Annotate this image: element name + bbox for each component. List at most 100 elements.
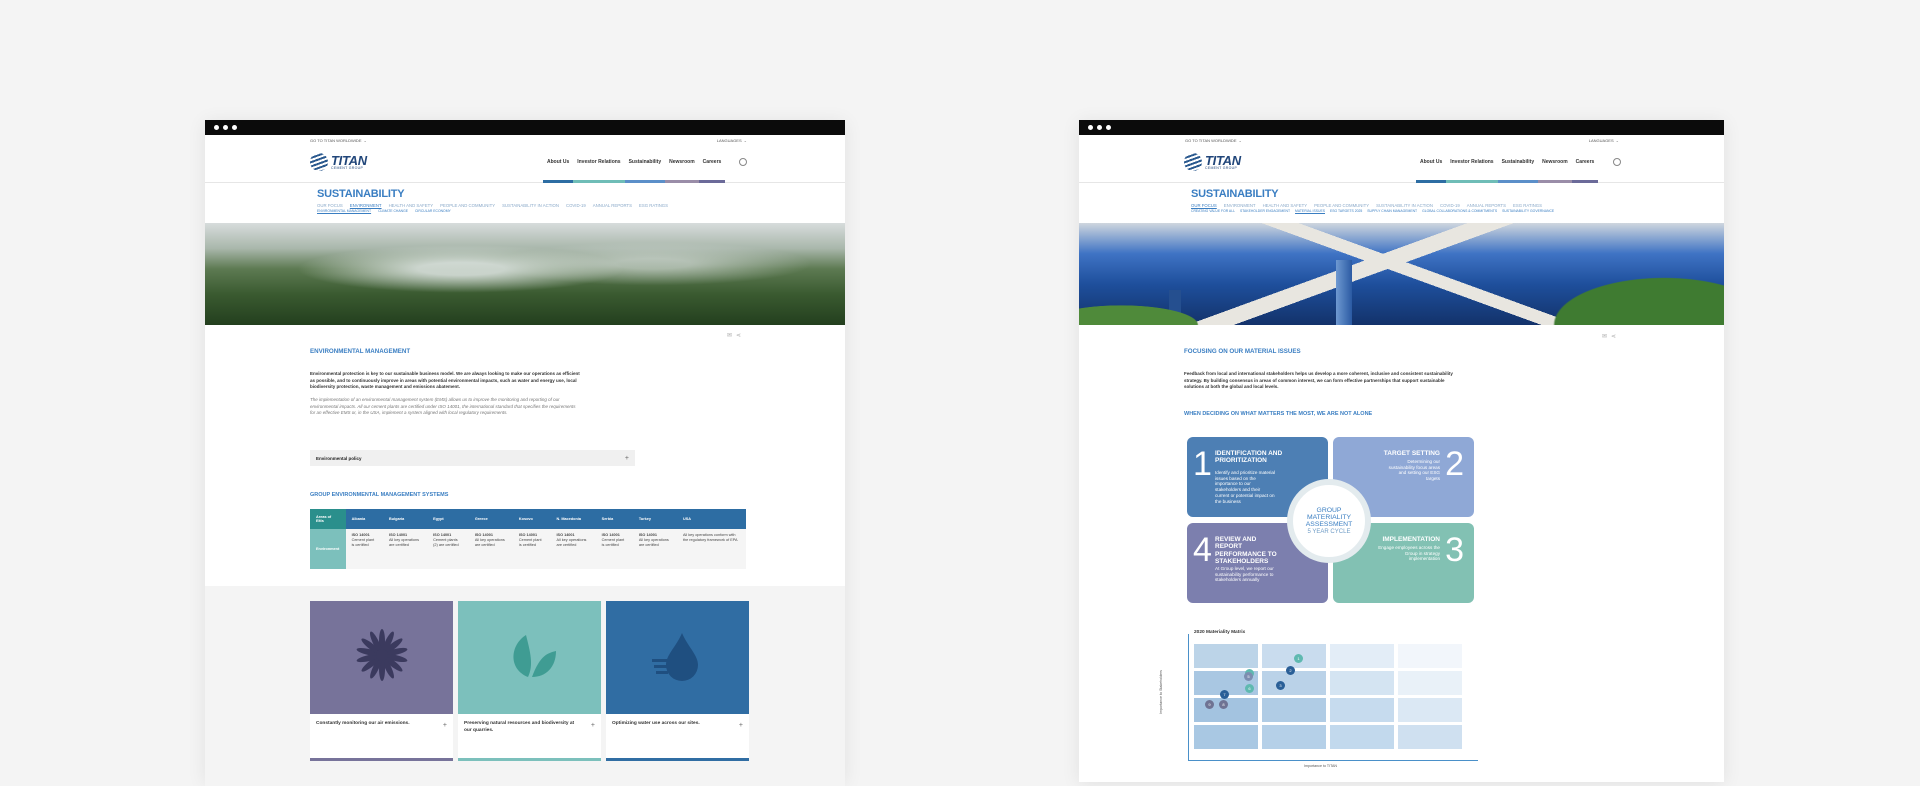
cell-note: All key operations are certified — [638, 537, 669, 547]
mail-icon[interactable]: ✉ — [727, 332, 732, 339]
subnav-item[interactable]: ANNUAL REPORTS — [593, 203, 632, 208]
nav-item-sustainability[interactable]: Sustainability — [1497, 159, 1539, 183]
feature-card[interactable]: Preserving natural resources and biodive… — [458, 601, 601, 761]
nav-item-careers[interactable]: Careers — [698, 159, 726, 183]
subnav-secondary-item[interactable]: CREATING VALUE FOR ALL — [1191, 209, 1235, 213]
languages-dropdown[interactable]: LANGUAGES ⌄ — [717, 138, 747, 143]
matrix-cell — [1398, 725, 1462, 749]
subnav-secondary-item[interactable]: CIRCULAR ECONOMY — [415, 209, 451, 213]
feature-card-caption: Optimizing water use across our sites. + — [606, 714, 749, 738]
subnav-secondary-item[interactable]: CLIMATE CHANGE — [378, 209, 408, 213]
table-row: Environment ISO 14001 Cement plant is cert… — [310, 529, 746, 569]
worldwide-link[interactable]: GO TO TITAN WORLDWIDE ⌄ — [1185, 138, 1242, 143]
environmental-policy-accordion[interactable]: Environmental policy + — [310, 450, 635, 466]
matrix-point[interactable]: 2 — [1286, 666, 1295, 675]
nav-item-careers[interactable]: Careers — [1571, 159, 1599, 183]
subnav-secondary-item[interactable]: SUSTAINABILITY GOVERNANCE — [1502, 209, 1554, 213]
subnav-item[interactable]: ESG RATINGS — [1513, 203, 1542, 208]
table-header-cell: Areas of EMs — [310, 509, 346, 529]
subnav-secondary-item[interactable]: SUPPLY CHAIN MANAGEMENT — [1367, 209, 1417, 213]
window-dot[interactable] — [1088, 125, 1093, 130]
worldwide-label: GO TO TITAN WORLDWIDE — [1185, 137, 1237, 143]
matrix-point[interactable]: 8 — [1219, 700, 1228, 709]
subnav-item[interactable]: ENVIRONMENT — [1224, 203, 1256, 208]
subnav-item[interactable]: ENVIRONMENT — [350, 203, 382, 208]
titan-logo[interactable]: TITAN CEMENT GROUP — [1184, 153, 1241, 171]
matrix-point[interactable]: 9 — [1205, 700, 1214, 709]
table-cell: ISO 14001 Cement plant is certified — [595, 529, 633, 569]
feature-card-caption: Constantly monitoring our air emissions.… — [310, 714, 453, 738]
nav-item-label: Sustainability — [628, 159, 662, 165]
subnav-secondary-item[interactable]: GLOBAL COLLABORATIONS & COMMITMENTS — [1422, 209, 1497, 213]
logo-word: TITAN — [331, 152, 367, 168]
search-icon[interactable] — [739, 158, 747, 166]
subnav-item[interactable]: COVID-19 — [566, 203, 586, 208]
subnav-item[interactable]: SUSTAINABILITY IN ACTION — [502, 203, 559, 208]
nav-item-sustainability[interactable]: Sustainability — [624, 159, 666, 183]
subnav-item[interactable]: HEALTH AND SAFETY — [1263, 203, 1308, 208]
nav-item-investor-relations[interactable]: Investor Relations — [573, 159, 625, 183]
matrix-cell — [1194, 725, 1258, 749]
window-dot[interactable] — [223, 125, 228, 130]
nav-item-label: Careers — [702, 159, 722, 165]
subnav-item[interactable]: HEALTH AND SAFETY — [389, 203, 434, 208]
step-desc: At Group level, we report our sustainabi… — [1215, 566, 1274, 583]
plus-icon[interactable]: + — [591, 721, 595, 734]
feature-card[interactable]: Constantly monitoring our air emissions.… — [310, 601, 453, 761]
subnav-secondary-item[interactable]: MATERIAL ISSUES — [1295, 209, 1325, 213]
matrix-point[interactable]: 5 — [1244, 672, 1253, 681]
search-icon[interactable] — [1613, 158, 1621, 166]
feature-card[interactable]: Optimizing water use across our sites. + — [606, 601, 749, 761]
worldwide-link[interactable]: GO TO TITAN WORLDWIDE ⌄ — [310, 138, 367, 143]
nav-item-investor-relations[interactable]: Investor Relations — [1446, 159, 1498, 183]
matrix-point[interactable]: 6 — [1245, 684, 1254, 693]
titan-logo[interactable]: TITAN CEMENT GROUP — [310, 153, 367, 171]
nav-item-newsroom[interactable]: Newsroom — [1538, 159, 1572, 183]
subnav-item[interactable]: ESG RATINGS — [639, 203, 668, 208]
subnav-item[interactable]: SUSTAINABILITY IN ACTION — [1376, 203, 1433, 208]
page-heading: ENVIRONMENTAL MANAGEMENT — [310, 348, 411, 355]
matrix-cell — [1262, 671, 1326, 695]
table-header-cell: Kosovo — [512, 509, 551, 529]
matrix-point[interactable]: 1 — [1294, 654, 1303, 663]
hero-image-forest — [205, 223, 845, 325]
logo-word: TITAN — [1205, 152, 1241, 168]
table-cell: ISO 14001 All key operations are certifie… — [550, 529, 596, 569]
subnav-item[interactable]: OUR FOCUS — [317, 203, 343, 208]
subnav-item[interactable]: ANNUAL REPORTS — [1467, 203, 1506, 208]
languages-dropdown[interactable]: LANGUAGES ⌄ — [1589, 138, 1619, 143]
matrix-point[interactable]: 3 — [1276, 681, 1285, 690]
window-dot[interactable] — [214, 125, 219, 130]
water-drop-icon — [648, 625, 708, 690]
cell-note: All key operations are certified — [556, 537, 587, 547]
plus-icon[interactable]: + — [443, 721, 447, 731]
feature-card-caption: Preserving natural resources and biodive… — [458, 714, 601, 741]
table-header-cell: Albania — [345, 509, 384, 529]
window-dot[interactable] — [1106, 125, 1111, 130]
share-icon[interactable]: ⋖ — [1611, 333, 1616, 340]
nav-item-newsroom[interactable]: Newsroom — [665, 159, 699, 183]
materiality-matrix: 123456789 — [1194, 644, 1469, 756]
mail-icon[interactable]: ✉ — [1602, 333, 1607, 340]
chevron-down-icon: ⌄ — [743, 137, 747, 143]
subnav-item[interactable]: PEOPLE AND COMMUNITY — [440, 203, 495, 208]
utility-bar: GO TO TITAN WORLDWIDE ⌄ LANGUAGES ⌄ — [1079, 135, 1724, 145]
subnav-secondary-item[interactable]: ESG TARGETS 2025 — [1330, 209, 1362, 213]
center-label: GROUP — [1316, 506, 1342, 514]
nav-item-about-us[interactable]: About Us — [543, 159, 574, 183]
subnav-secondary-item[interactable]: ENVIRONMENTAL MANAGEMENT — [317, 209, 371, 213]
nav-item-label: Investor Relations — [577, 159, 621, 165]
nav-item-underline — [1497, 180, 1539, 183]
plus-icon[interactable]: + — [739, 721, 743, 731]
section-title: SUSTAINABILITY — [317, 188, 405, 200]
matrix-cell — [1330, 644, 1394, 668]
subnav-item[interactable]: OUR FOCUS — [1191, 203, 1217, 208]
window-dot[interactable] — [232, 125, 237, 130]
share-icon[interactable]: ⋖ — [736, 332, 741, 339]
nav-item-about-us[interactable]: About Us — [1416, 159, 1447, 183]
subnav-item[interactable]: PEOPLE AND COMMUNITY — [1314, 203, 1369, 208]
matrix-point[interactable]: 7 — [1220, 690, 1229, 699]
window-dot[interactable] — [1097, 125, 1102, 130]
subnav-item[interactable]: COVID-19 — [1440, 203, 1460, 208]
subnav-secondary-item[interactable]: STAKEHOLDER ENGAGEMENT — [1240, 209, 1290, 213]
